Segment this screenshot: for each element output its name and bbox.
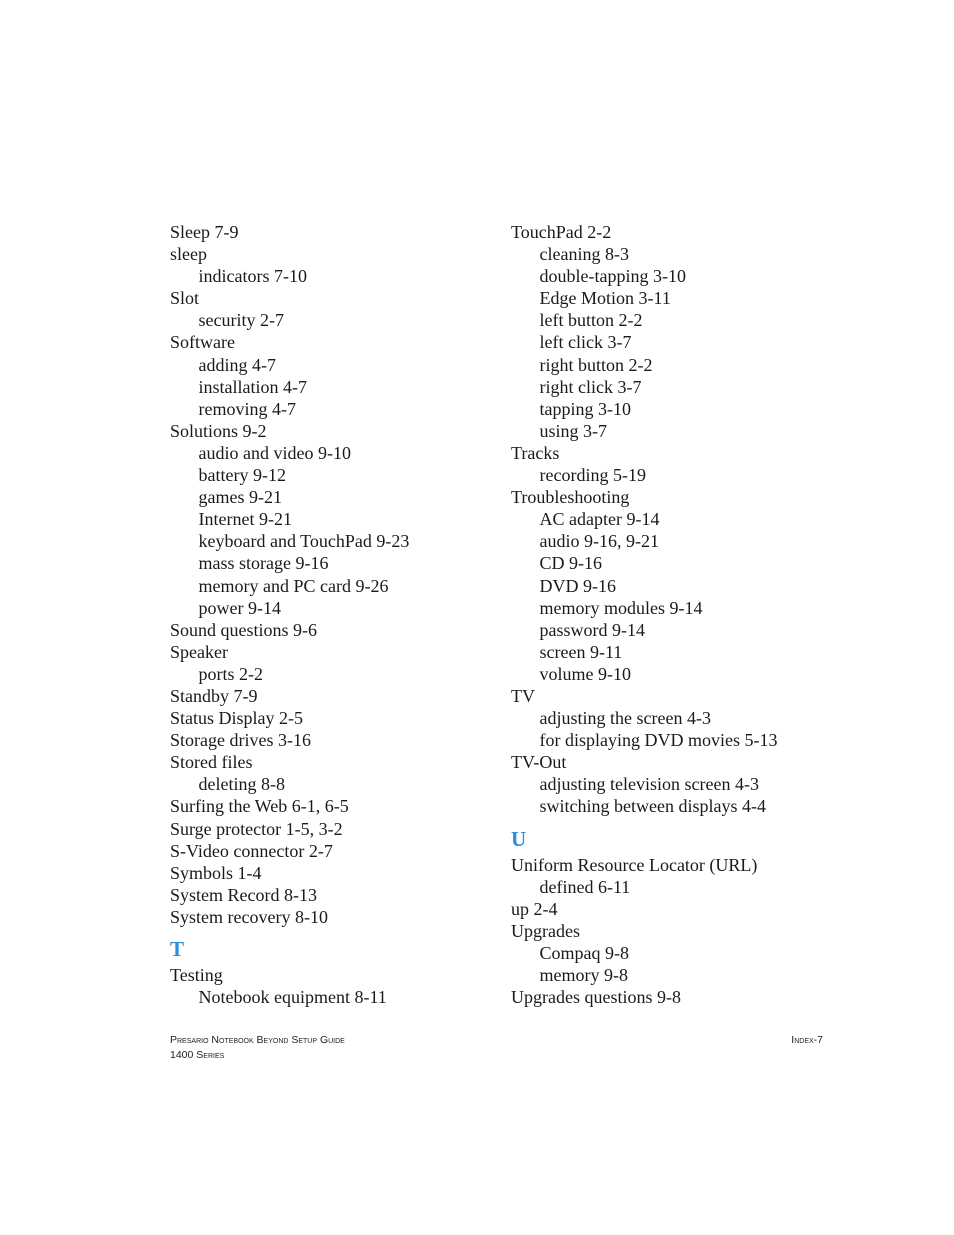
index-column-left: Sleep 7-9 sleep indicators 7-10 Slot securit… xyxy=(170,221,490,1008)
index-subentry: left button 2-2 xyxy=(539,310,643,331)
index-subentry: tapping 3-10 xyxy=(539,398,632,419)
index-entry: sleep xyxy=(170,244,207,265)
index-entry: Symbols 1-4 xyxy=(170,862,262,883)
index-entry: Sound questions 9-6 xyxy=(170,619,318,640)
section-letter-heading: U xyxy=(511,826,527,851)
index-entry: Surge protector 1-5, 3-2 xyxy=(170,818,343,839)
index-subentry: CD 9-16 xyxy=(539,553,603,574)
index-subentry: audio and video 9-10 xyxy=(198,442,351,463)
index-subentry: memory and PC card 9-26 xyxy=(198,575,389,596)
index-subentry: double-tapping 3-10 xyxy=(539,266,686,287)
index-subentry: Edge Motion 3-11 xyxy=(539,288,671,309)
index-subentry: using 3-7 xyxy=(539,420,608,441)
index-subentry: Compaq 9-8 xyxy=(539,942,630,963)
index-subentry: indicators 7-10 xyxy=(198,266,307,287)
index-entry: Troubleshooting xyxy=(511,487,630,508)
index-entry: Status Display 2-5 xyxy=(170,708,303,729)
index-subentry: right button 2-2 xyxy=(539,354,653,375)
index-entry: System Record 8-13 xyxy=(170,884,317,905)
index-entry: Upgrades questions 9-8 xyxy=(511,987,681,1008)
index-entry: Testing xyxy=(170,965,223,985)
index-entry: S-Video connector 2-7 xyxy=(170,840,333,861)
index-subentry: Notebook equipment 8-11 xyxy=(198,987,387,1008)
index-subentry: screen 9-11 xyxy=(539,641,623,662)
index-subentry: volume 9-10 xyxy=(539,663,632,684)
index-subentry: for displaying DVD movies 5-13 xyxy=(539,730,778,751)
index-entry: Solutions 9-2 xyxy=(170,420,267,441)
index-subentry: right click 3-7 xyxy=(539,376,642,397)
index-entry: Sleep 7-9 xyxy=(170,222,239,242)
index-subentry: recording 5-19 xyxy=(539,465,646,486)
index-subentry: switching between displays 4-4 xyxy=(539,796,766,817)
index-subentry: Internet 9-21 xyxy=(198,509,292,530)
index-subentry: keyboard and TouchPad 9-23 xyxy=(198,531,410,552)
index-subentry: deleting 8-8 xyxy=(198,774,285,795)
index-entry: Uniform Resource Locator (URL) xyxy=(511,854,758,875)
index-subentry: power 9-14 xyxy=(198,597,281,618)
index-entry: Standby 7-9 xyxy=(170,685,258,706)
index-subentry: security 2-7 xyxy=(198,310,284,331)
footer-book-title: Presario Notebook Beyond Setup Guide xyxy=(170,1034,345,1046)
index-subentry: left click 3-7 xyxy=(539,332,632,353)
index-subentry: adjusting the screen 4-3 xyxy=(539,708,711,729)
footer-page-number: Index-7 xyxy=(791,1034,823,1046)
index-entry: TV-Out xyxy=(511,752,567,773)
index-entry: Surfing the Web 6-1, 6-5 xyxy=(170,796,349,817)
index-subentry: battery 9-12 xyxy=(198,465,286,486)
index-subentry: adding 4-7 xyxy=(198,354,276,375)
index-subentry: AC adapter 9-14 xyxy=(539,509,660,530)
index-entry: TV xyxy=(511,685,535,706)
index-subentry: defined 6-11 xyxy=(539,876,631,897)
index-subentry: audio 9-16, 9-21 xyxy=(539,531,659,552)
index-entry: TouchPad 2-2 xyxy=(511,222,612,242)
index-entry: Stored files xyxy=(170,752,253,773)
index-subentry: memory modules 9-14 xyxy=(539,597,703,618)
section-letter-heading: T xyxy=(170,937,185,961)
index-subentry: ports 2-2 xyxy=(198,663,264,684)
index-entry: up 2-4 xyxy=(511,898,558,919)
index-subentry: cleaning 8-3 xyxy=(539,244,629,265)
index-subentry: password 9-14 xyxy=(539,619,646,640)
index-subentry: removing 4-7 xyxy=(198,398,296,419)
index-entry: Slot xyxy=(170,288,200,309)
index-subentry: mass storage 9-16 xyxy=(198,553,329,574)
footer-series: 1400 Series xyxy=(170,1049,225,1061)
index-subentry: memory 9-8 xyxy=(539,965,628,985)
index-entry: System recovery 8-10 xyxy=(170,906,328,927)
footer-book-info: Presario Notebook Beyond Setup Guide 140… xyxy=(170,1033,345,1063)
index-subentry: installation 4-7 xyxy=(198,376,307,397)
index-subentry: adjusting television screen 4-3 xyxy=(539,774,759,795)
index-entry: Tracks xyxy=(511,442,560,463)
index-column-right: TouchPad 2-2 cleaning 8-3 double-tapping 3… xyxy=(511,221,831,1008)
index-entry: Upgrades xyxy=(511,920,580,941)
index-entry: Speaker xyxy=(170,641,228,662)
index-entry: Software xyxy=(170,332,235,353)
index-subentry: games 9-21 xyxy=(198,487,282,508)
index-subentry: DVD 9-16 xyxy=(539,575,617,596)
index-entry: Storage drives 3-16 xyxy=(170,730,311,751)
